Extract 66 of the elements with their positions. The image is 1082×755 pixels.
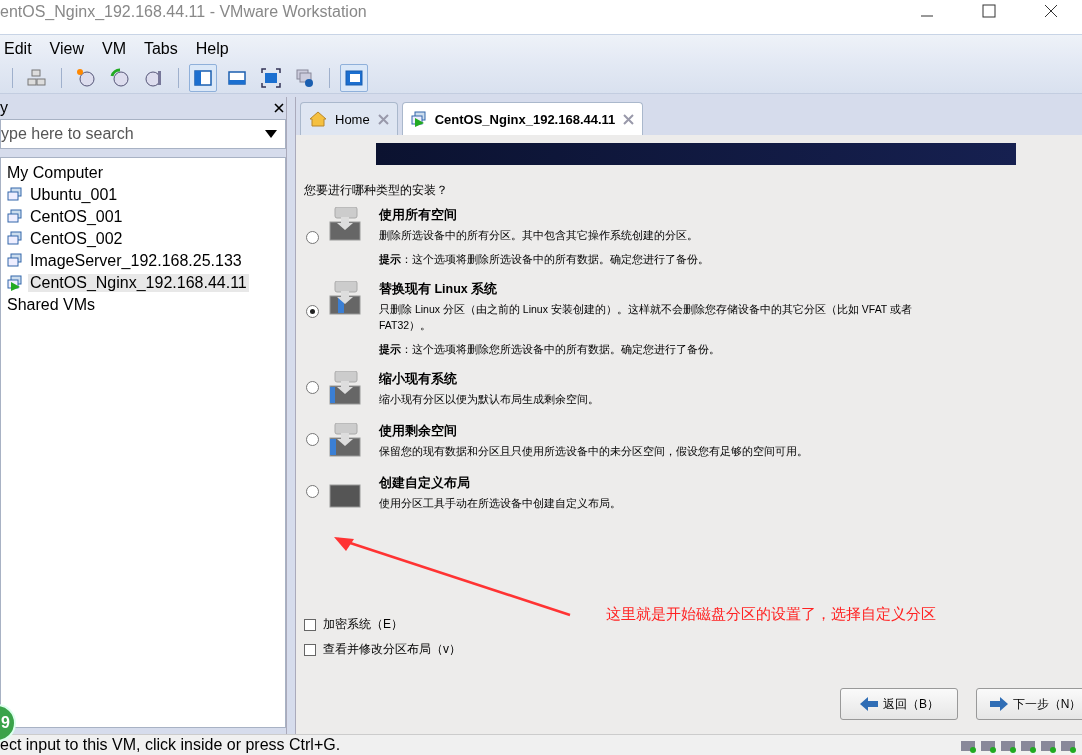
radio-button[interactable]	[306, 381, 319, 394]
option-title: 创建自定义布局	[379, 475, 471, 492]
tree-item[interactable]: ImageServer_192.168.25.133	[28, 252, 244, 270]
checkbox[interactable]	[304, 643, 316, 656]
dropdown-icon[interactable]	[265, 130, 277, 138]
vm-icon	[7, 209, 23, 225]
vm-icon	[7, 253, 23, 269]
annotation-text: 这里就是开始磁盘分区的设置了，选择自定义分区	[606, 605, 936, 624]
menu-item[interactable]: VM	[101, 40, 126, 58]
option-description: 使用分区工具手动在所选设备中创建自定义布局。	[379, 496, 622, 511]
next-button[interactable]: 下一步（N）	[976, 688, 1082, 720]
window-icon	[344, 68, 364, 88]
option-title: 缩小现有系统	[379, 371, 458, 388]
checkbox[interactable]	[304, 618, 316, 631]
question-text: 您要进行哪种类型的安装？	[304, 182, 449, 199]
checkbox-label[interactable]: 加密系统（E）	[323, 616, 403, 633]
panel-layout-icon	[227, 68, 247, 88]
windows-icon	[295, 68, 315, 88]
disk-os-icon	[329, 371, 363, 405]
maximize-icon[interactable]	[982, 4, 996, 18]
menu-item[interactable]: Edit	[4, 40, 32, 58]
tree-item[interactable]: CentOS_Nginx_192.168.44.11	[28, 274, 249, 292]
option-title: 使用剩余空间	[379, 423, 458, 440]
option-hint: 提示：这个选项将删除您所选设备中的所有数据。确定您进行了备份。	[379, 343, 721, 357]
option-title: 替换现有 Linux 系统	[379, 281, 499, 298]
radio-button[interactable]	[306, 231, 319, 244]
search-field[interactable]: ype here to search	[0, 119, 286, 149]
vm-running-icon	[7, 275, 23, 291]
radio-button[interactable]	[306, 433, 319, 446]
menu-item[interactable]: Tabs	[143, 40, 178, 58]
tree-item[interactable]: CentOS_002	[28, 230, 125, 248]
panel-title: y	[0, 99, 8, 117]
left-arrow-icon	[859, 696, 879, 712]
vm-icon	[7, 187, 23, 203]
window-title: entOS_Nginx_192.168.44.11 - VMware Workstation	[0, 3, 368, 21]
close-icon[interactable]	[1044, 4, 1058, 18]
checkbox-label[interactable]: 查看并修改分区布局（v）	[323, 641, 461, 658]
option-title: 使用所有空间	[379, 207, 458, 224]
toolbar-button[interactable]	[340, 64, 368, 92]
menu-item[interactable]: View	[49, 40, 84, 58]
menu-item[interactable]: Help	[195, 40, 229, 58]
option-description: 保留您的现有数据和分区且只使用所选设备中的未分区空间，假设您有足够的空间可用。	[379, 444, 809, 459]
option-description: 只删除 Linux 分区（由之前的 Linux 安装创建的）。这样就不会删除您存储设备中的其它分区（比如 VFAT 或者 FAT32）。	[379, 302, 913, 333]
tab[interactable]: CentOS_Nginx_192.168.44.11	[401, 102, 644, 135]
back-button[interactable]: 返回（B）	[840, 688, 958, 720]
tree-item[interactable]: My Computer	[5, 164, 106, 182]
vm-icon	[7, 231, 23, 247]
toolbar-button[interactable]	[189, 64, 217, 92]
tab[interactable]: Home	[300, 102, 398, 135]
vm-running-icon	[410, 111, 427, 127]
right-arrow-icon	[988, 696, 1009, 712]
radio-button[interactable]	[306, 485, 319, 498]
close-icon[interactable]	[274, 103, 284, 113]
radio-button[interactable]	[306, 305, 319, 318]
disk-os-icon	[329, 423, 363, 457]
option-hint: 提示：这个选项将删除所选设备中的所有数据。确定您进行了备份。	[379, 253, 710, 267]
option-description: 删除所选设备中的所有分区。其中包含其它操作系统创建的分区。	[379, 228, 699, 243]
tree-item[interactable]: Shared VMs	[5, 296, 98, 314]
disk-os-icon	[329, 281, 363, 315]
tree-item[interactable]: Ubuntu_001	[28, 186, 120, 204]
sidebar-layout-icon	[193, 68, 213, 88]
tree-item[interactable]: CentOS_001	[28, 208, 125, 226]
home-icon	[309, 111, 327, 127]
fullscreen-icon	[261, 68, 281, 88]
option-description: 缩小现有分区以便为默认布局生成剩余空间。	[379, 392, 600, 407]
disk-os-icon	[329, 207, 363, 241]
